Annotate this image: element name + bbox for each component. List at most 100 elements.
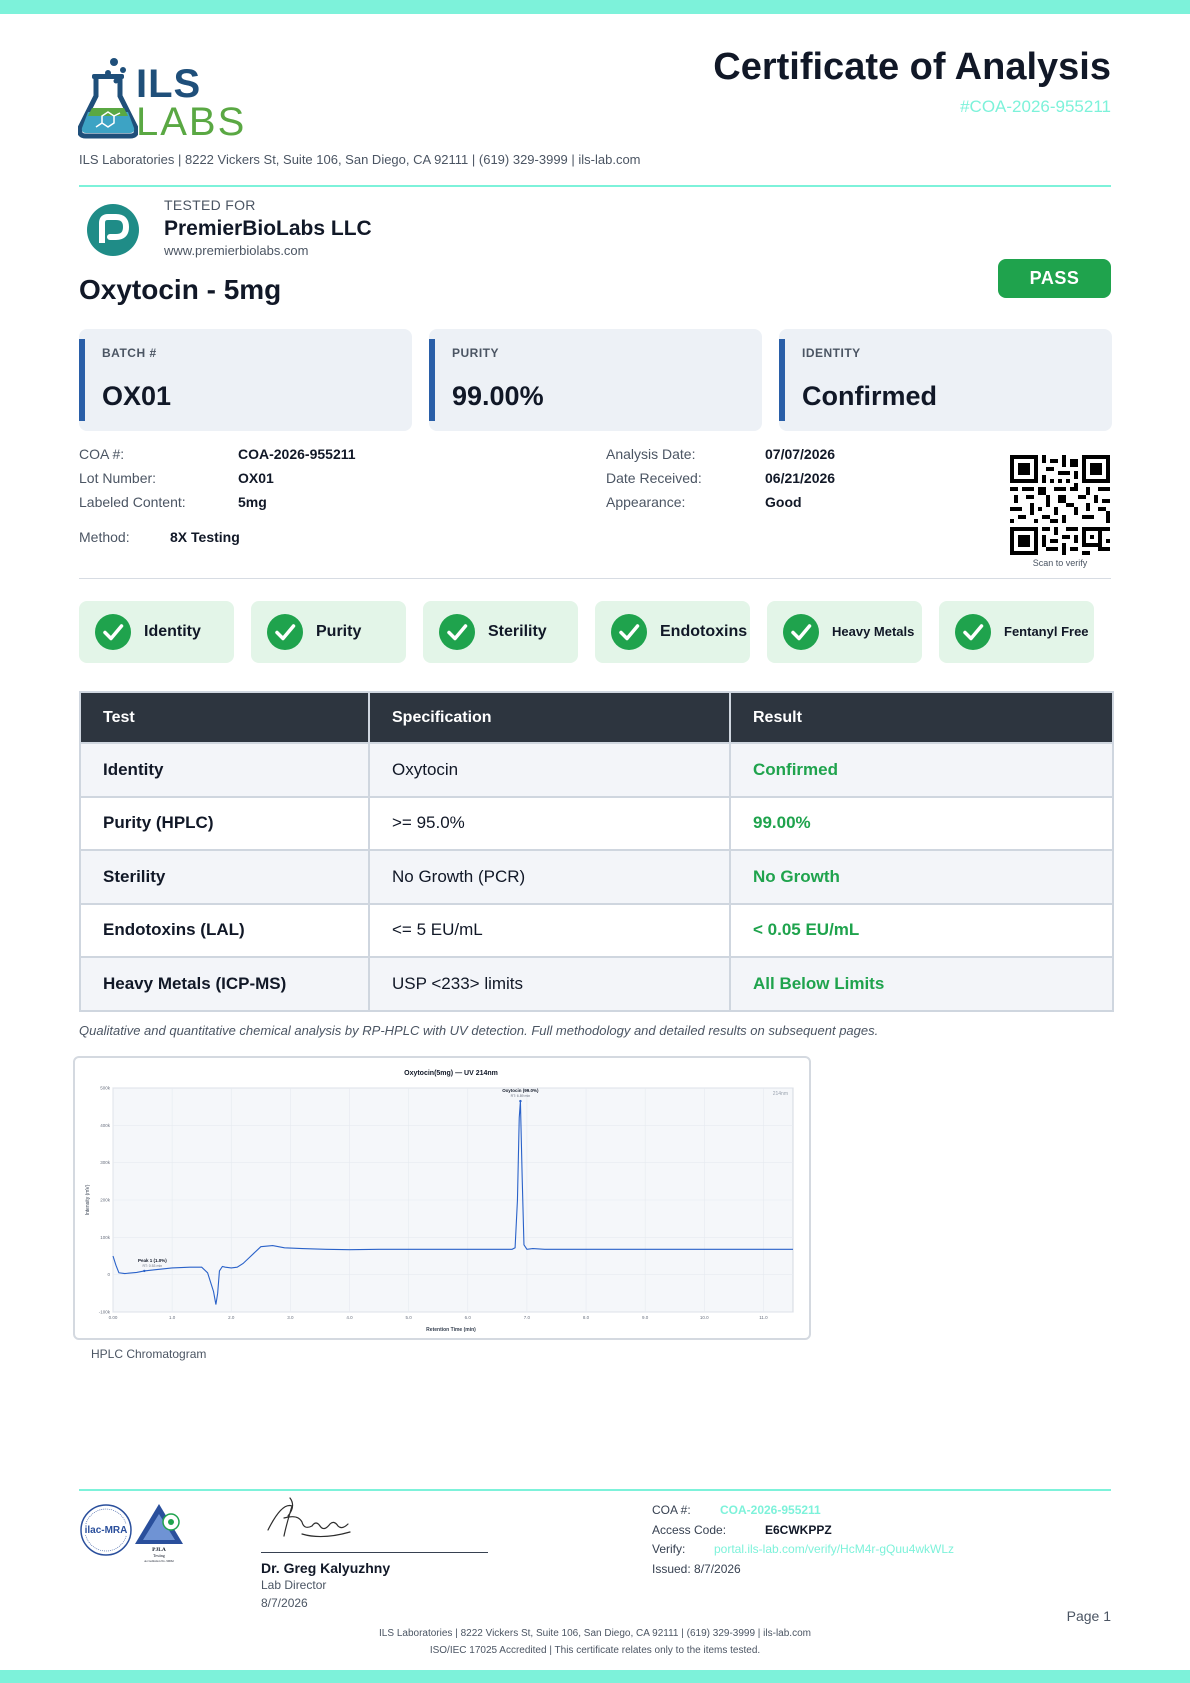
method-value: 8X Testing <box>170 529 240 545</box>
checkmark-icon <box>955 614 991 650</box>
signer-title: Lab Director <box>261 1578 327 1592</box>
hplc-chromatogram: 0.00 1.0 2.0 3.0 4.0 5.0 6.0 7.0 8.0 9.0 10.0 11.0 5… <box>73 1056 811 1340</box>
signer-name: Dr. Greg Kalyuzhny <box>261 1560 391 1576</box>
x-tick-label: 9.0 <box>642 1315 649 1320</box>
analysis-date-label: Analysis Date: <box>606 446 696 462</box>
client-website: www.premierbiolabs.com <box>164 243 309 258</box>
check-chip-heavy-metals: Heavy Metals <box>767 601 922 663</box>
column-header-test: Test <box>79 691 370 744</box>
batch-card: BATCH # OX01 <box>79 329 412 431</box>
checkmark-icon <box>439 614 475 650</box>
y-tick-label: 100k <box>100 1235 111 1240</box>
issued-date: Issued: 8/7/2026 <box>652 1562 741 1576</box>
peak-marker <box>519 1099 522 1103</box>
qr-caption: Scan to verify <box>1032 558 1088 568</box>
test-cell: Identity <box>79 742 370 798</box>
check-chip-identity: Identity <box>79 601 234 663</box>
table-row: Sterility No Growth (PCR) No Growth <box>79 849 1114 905</box>
verify-link[interactable]: portal.ils-lab.com/verify/HcM4r-gQuu4wkW… <box>714 1542 954 1556</box>
column-header-specification: Specification <box>368 691 731 744</box>
x-tick-label: 8.0 <box>583 1315 590 1320</box>
purity-card: PURITY 99.00% <box>429 329 762 431</box>
identity-value: Confirmed <box>802 381 937 411</box>
y-tick-label: 300k <box>100 1160 111 1165</box>
certificate-title: Certificate of Analysis <box>713 46 1111 88</box>
y-axis-label: Intensity (mV) <box>85 1184 91 1215</box>
specification-cell: No Growth (PCR) <box>368 849 731 905</box>
result-cell: < 0.05 EU/mL <box>729 902 1114 958</box>
x-tick-label: 3.0 <box>287 1315 294 1320</box>
pjla-accreditation-text: Accreditation No. 99662 <box>144 1559 174 1563</box>
x-tick-label: 6.0 <box>465 1315 472 1320</box>
pjla-seal-icon: PJLA Testing Accreditation No. 99662 <box>135 1504 183 1563</box>
tested-for-label: TESTED FOR <box>164 197 256 213</box>
footer-coa-label: COA #: <box>652 1503 691 1517</box>
check-label: Sterility <box>488 623 547 640</box>
y-tick-label: 200k <box>100 1198 111 1203</box>
certificate-number: #COA-2026-955211 <box>960 97 1111 116</box>
identity-label: IDENTITY <box>802 346 861 360</box>
flask-icon <box>77 58 139 139</box>
test-cell: Endotoxins (LAL) <box>79 902 370 958</box>
date-received-value: 06/21/2026 <box>765 470 836 486</box>
x-tick-label: 5.0 <box>406 1315 413 1320</box>
lot-number-value: OX01 <box>238 470 274 486</box>
specification-cell: <= 5 EU/mL <box>368 902 731 958</box>
ilac-mra-seal-icon: ilac-MRA <box>80 1504 132 1556</box>
x-tick-label: 11.0 <box>759 1315 768 1320</box>
footer-divider <box>79 1489 1111 1491</box>
test-cell: Sterility <box>79 849 370 905</box>
client-name: PremierBioLabs LLC <box>164 217 372 240</box>
verify-label: Verify: <box>652 1542 686 1556</box>
peak-label: Peak 1 (1.0%) <box>138 1258 167 1263</box>
chart-title: Oxytocin(5mg) — UV 214nm <box>404 1070 498 1077</box>
check-chip-endotoxins: Endotoxins <box>595 601 750 663</box>
specification-cell: USP <233> limits <box>368 956 731 1012</box>
result-cell: Confirmed <box>729 742 1114 798</box>
peak-retention-time: RT: 6.89 min <box>511 1094 531 1098</box>
check-label: Endotoxins <box>660 623 748 640</box>
header-divider <box>79 185 1111 187</box>
specification-cell: Oxytocin <box>368 742 731 798</box>
method-note: Qualitative and quantitative chemical an… <box>79 1023 879 1038</box>
check-chip-sterility: Sterility <box>423 601 578 663</box>
table-row: Purity (HPLC) >= 95.0% 99.00% <box>79 795 1114 851</box>
peak-marker <box>143 1269 146 1273</box>
y-tick-label: -100k <box>99 1310 111 1315</box>
table-row: Identity Oxytocin Confirmed <box>79 742 1114 798</box>
method-label: Method: <box>79 529 130 545</box>
wavelength-label: 214nm <box>773 1091 788 1097</box>
checkmark-icon <box>783 614 819 650</box>
coa-number-label: COA #: <box>79 446 125 462</box>
test-cell: Purity (HPLC) <box>79 795 370 851</box>
checkmark-icon <box>95 614 131 650</box>
x-tick-label: 2.0 <box>228 1315 235 1320</box>
chromatogram-caption: HPLC Chromatogram <box>91 1347 207 1361</box>
ilac-mra-text: ilac-MRA <box>85 1525 128 1536</box>
product-name: Oxytocin - 5mg <box>79 274 282 305</box>
peak-label: Oxytocin (99.0%) <box>502 1088 539 1093</box>
labeled-content-label: Labeled Content: <box>79 494 186 510</box>
coa-number-value: COA-2026-955211 <box>238 446 356 462</box>
card-accent-bar <box>429 339 435 421</box>
identity-card: IDENTITY Confirmed <box>779 329 1112 431</box>
purity-value: 99.00% <box>452 381 544 411</box>
check-label: Heavy Metals <box>832 624 915 639</box>
ils-labs-logo: ILS LABS <box>77 56 250 144</box>
signature-line <box>261 1552 488 1553</box>
x-tick-label: 7.0 <box>524 1315 531 1320</box>
result-cell: 99.00% <box>729 795 1114 851</box>
appearance-label: Appearance: <box>606 494 686 510</box>
date-received-label: Date Received: <box>606 470 702 486</box>
handwritten-signature <box>267 1497 351 1538</box>
details-divider <box>79 578 1111 579</box>
lot-number-label: Lot Number: <box>79 470 157 486</box>
labeled-content-value: 5mg <box>238 494 267 510</box>
y-tick-label: 400k <box>100 1123 111 1128</box>
verification-qr-code[interactable] <box>1010 455 1110 555</box>
specification-cell: >= 95.0% <box>368 795 731 851</box>
checkmark-icon <box>267 614 303 650</box>
checkmark-icon <box>611 614 647 650</box>
bottom-accent-band <box>0 1670 1190 1683</box>
x-tick-label: 4.0 <box>346 1315 353 1320</box>
